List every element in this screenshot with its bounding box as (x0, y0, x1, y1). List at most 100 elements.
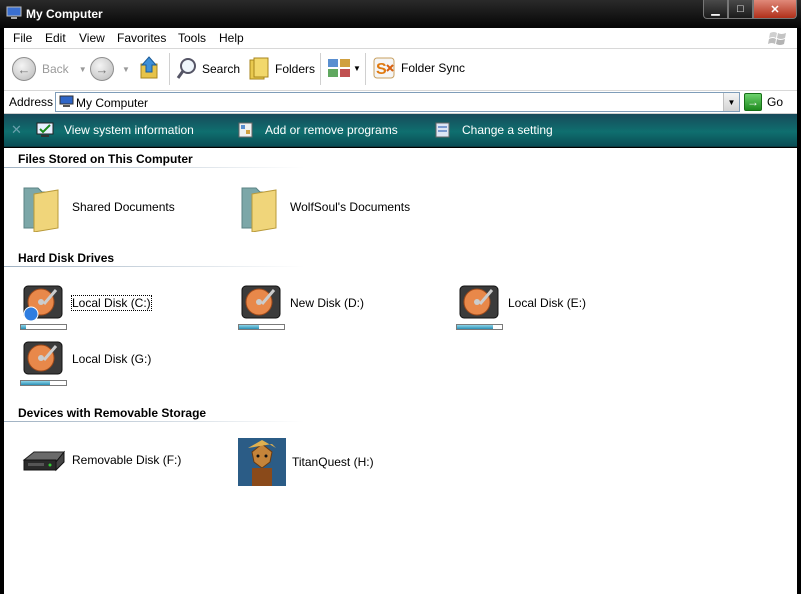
folder-shared-documents[interactable]: Shared Documents (20, 182, 175, 232)
hard-disk-icon (23, 285, 63, 322)
removable-disk-icon (22, 450, 66, 472)
window-title: My Computer (26, 7, 103, 21)
my-computer-icon (6, 6, 22, 19)
drive-e-usage-bar (456, 324, 503, 330)
maximize-icon: □ (737, 3, 744, 15)
add-remove-programs-icon (238, 122, 253, 138)
toolbar-separator (320, 53, 321, 85)
item-label: Local Disk (G:) (72, 352, 152, 366)
removable-disk-f[interactable]: Removable Disk (F:) (20, 438, 181, 482)
item-label: WolfSoul's Documents (290, 200, 411, 214)
menu-favorites[interactable]: Favorites (117, 31, 166, 45)
go-button[interactable]: → Go (744, 93, 783, 111)
cd-drive-h[interactable]: TitanQuest (H:) (238, 438, 374, 486)
drive-g[interactable]: Local Disk (G:) (20, 338, 151, 380)
drive-c-usage-bar (20, 324, 67, 330)
task-label: Add or remove programs (265, 123, 398, 137)
group-header-hard-disk-drives: Hard Disk Drives (18, 251, 115, 265)
address-bar: Address My Computer ▼ → Go (4, 91, 797, 114)
task-label: View system information (64, 123, 194, 137)
drive-d-usage-bar (238, 324, 285, 330)
close-tasks-icon[interactable]: ✕ (11, 122, 22, 138)
folder-icon (23, 187, 59, 232)
drive-e[interactable]: Local Disk (E:) (456, 282, 586, 324)
task-view-system-information[interactable]: View system information (36, 122, 194, 138)
group-divider (4, 421, 304, 422)
menu-tools[interactable]: Tools (178, 31, 206, 45)
group-header-removable-storage: Devices with Removable Storage (18, 406, 207, 420)
folders-button[interactable]: Folders (248, 57, 315, 81)
item-label: Local Disk (C:) (71, 295, 152, 311)
folders-icon (249, 57, 269, 80)
address-input[interactable]: My Computer ▼ (55, 92, 740, 112)
minimize-icon: ▁ (711, 3, 720, 16)
search-label: Search (202, 62, 241, 76)
forward-button[interactable]: → ▼ (90, 57, 130, 81)
address-label: Address (9, 95, 54, 109)
explorer-window: My Computer ▁ □ ✕ File Edit View Favorit… (0, 0, 801, 594)
close-button[interactable]: ✕ (753, 0, 797, 19)
item-label: TitanQuest (H:) (292, 455, 374, 469)
group-header-files: Files Stored on This Computer (18, 152, 193, 166)
menu-edit[interactable]: Edit (45, 31, 66, 45)
task-label: Change a setting (462, 123, 553, 137)
system-tasks-bar: ✕ View system information Add or remove … (4, 114, 797, 147)
toolbar-separator (169, 53, 170, 85)
folder-sync-icon: S (373, 57, 395, 79)
menu-file[interactable]: File (13, 31, 32, 45)
item-label: Local Disk (E:) (508, 296, 587, 310)
system-info-icon (36, 122, 54, 137)
folder-icon (241, 187, 277, 232)
folder-sync-label: Folder Sync (401, 61, 466, 75)
views-button[interactable]: ▼ (327, 57, 361, 79)
folders-label: Folders (275, 62, 316, 76)
titanquest-disc-icon (238, 438, 286, 486)
item-label: New Disk (D:) (290, 296, 364, 310)
views-dropdown-icon: ▼ (353, 63, 361, 73)
hard-disk-icon (23, 341, 63, 375)
svg-text:S: S (376, 61, 387, 78)
maximize-button[interactable]: □ (728, 0, 753, 19)
group-divider (4, 167, 304, 168)
hard-disk-icon (241, 285, 281, 319)
drive-c[interactable]: Local Disk (C:) (20, 282, 152, 324)
up-folder-button[interactable] (139, 56, 161, 80)
address-value: My Computer (76, 96, 149, 110)
content-pane: Files Stored on This Computer Shared Doc… (4, 148, 797, 594)
menu-bar: File Edit View Favorites Tools Help (4, 28, 797, 49)
address-dropdown-button[interactable]: ▼ (723, 93, 739, 111)
control-panel-icon (435, 122, 450, 138)
go-label: Go (767, 95, 784, 109)
group-divider (4, 266, 304, 267)
back-label: Back (42, 62, 69, 76)
task-add-remove-programs[interactable]: Add or remove programs (237, 122, 398, 138)
drive-g-usage-bar (20, 380, 67, 386)
back-arrow-icon: ← (12, 57, 36, 81)
drive-d[interactable]: New Disk (D:) (238, 282, 364, 324)
folder-sync-button[interactable]: S Folder Sync (373, 57, 465, 79)
forward-arrow-icon: → (90, 57, 114, 81)
up-folder-icon (140, 56, 158, 79)
close-icon: ✕ (770, 3, 780, 16)
search-icon (176, 58, 196, 79)
toolbar-separator (365, 53, 366, 85)
menu-view[interactable]: View (79, 31, 105, 45)
my-computer-icon (59, 95, 74, 107)
item-label: Shared Documents (72, 200, 175, 214)
menu-help[interactable]: Help (219, 31, 244, 45)
back-dropdown-icon: ▼ (78, 64, 87, 74)
forward-dropdown-icon: ▼ (122, 64, 130, 74)
task-change-a-setting[interactable]: Change a setting (434, 122, 553, 138)
windows-logo-icon (768, 32, 786, 45)
chevron-down-icon: ▼ (727, 97, 736, 107)
item-label: Removable Disk (F:) (72, 453, 182, 467)
search-button[interactable]: Search (176, 57, 240, 81)
minimize-button[interactable]: ▁ (703, 0, 728, 19)
title-bar[interactable]: My Computer ▁ □ ✕ (0, 0, 801, 28)
go-arrow-icon: → (744, 93, 762, 111)
folder-user-documents[interactable]: WolfSoul's Documents (238, 182, 410, 232)
back-button[interactable]: ← Back ▼ (12, 57, 87, 81)
views-icon (328, 59, 350, 77)
standard-toolbar: ← Back ▼ → ▼ Search Folders ▼ S Folder S… (4, 49, 797, 91)
hard-disk-icon (459, 285, 499, 319)
